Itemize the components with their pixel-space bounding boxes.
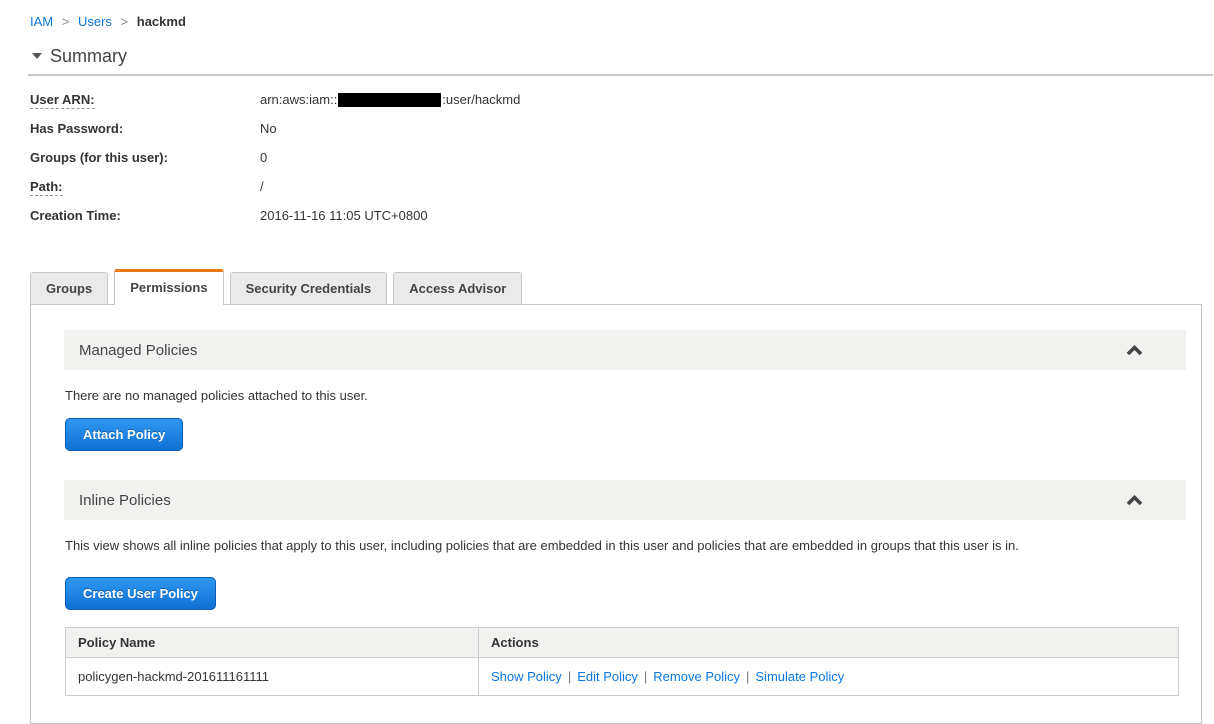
breadcrumb-users-link[interactable]: Users <box>78 14 112 29</box>
managed-policies-section: Managed Policies There are no managed po… <box>64 330 1186 480</box>
create-user-policy-button[interactable]: Create User Policy <box>65 577 216 610</box>
tab-permissions[interactable]: Permissions <box>114 269 224 305</box>
tab-groups[interactable]: Groups <box>30 272 109 304</box>
edit-policy-link[interactable]: Edit Policy <box>577 669 638 684</box>
managed-policies-header[interactable]: Managed Policies <box>64 330 1186 370</box>
table-header-row: Policy Name Actions <box>65 627 1179 658</box>
action-separator: | <box>643 669 648 684</box>
inline-policies-body: This view shows all inline policies that… <box>64 520 1186 696</box>
chevron-up-icon[interactable] <box>1126 494 1143 506</box>
inline-policies-header[interactable]: Inline Policies <box>64 480 1186 520</box>
permissions-tab-panel: Managed Policies There are no managed po… <box>30 304 1202 724</box>
breadcrumb-current-user: hackmd <box>136 14 186 29</box>
inline-policies-title: Inline Policies <box>79 491 171 509</box>
table-row: policygen-hackmd-201611161111 Show Polic… <box>65 657 1179 696</box>
groups-label: Groups (for this user): <box>30 150 168 165</box>
field-row-creation-time: Creation Time: 2016-11-16 11:05 UTC+0800 <box>30 208 1214 223</box>
triangle-down-icon <box>32 53 42 60</box>
inline-policies-description: This view shows all inline policies that… <box>65 538 1019 553</box>
policy-name-column-header: Policy Name <box>65 627 479 658</box>
managed-policies-body: There are no managed policies attached t… <box>64 370 1186 480</box>
field-row-user-arn: User ARN: arn:aws:iam:::user/hackmd <box>30 92 1214 109</box>
policy-name-cell: policygen-hackmd-201611161111 <box>65 657 479 696</box>
managed-policies-empty-message: There are no managed policies attached t… <box>65 388 368 403</box>
path-value: / <box>260 179 264 194</box>
field-row-has-password: Has Password: No <box>30 121 1214 136</box>
summary-divider <box>28 74 1213 76</box>
path-label[interactable]: Path: <box>30 179 260 196</box>
chevron-up-icon[interactable] <box>1126 344 1143 356</box>
breadcrumb: IAM > Users > hackmd <box>30 14 1214 29</box>
has-password-label: Has Password: <box>30 121 124 136</box>
managed-policies-title: Managed Policies <box>79 341 198 359</box>
breadcrumb-separator: > <box>120 14 129 29</box>
inline-policies-section: Inline Policies This view shows all inli… <box>64 480 1186 696</box>
field-row-groups: Groups (for this user): 0 <box>30 150 1214 165</box>
creation-time-value: 2016-11-16 11:05 UTC+0800 <box>260 208 428 223</box>
user-arn-value: arn:aws:iam:::user/hackmd <box>260 92 521 107</box>
has-password-value: No <box>260 121 277 136</box>
summary-title: Summary <box>50 46 128 66</box>
groups-value: 0 <box>260 150 268 165</box>
tab-bar: Groups Permissions Security Credentials … <box>30 269 1214 305</box>
actions-column-header: Actions <box>478 627 1179 658</box>
tab-security-credentials[interactable]: Security Credentials <box>229 272 388 304</box>
breadcrumb-separator: > <box>61 14 70 29</box>
iam-user-detail-page: IAM > Users > hackmd Summary User ARN: a… <box>0 14 1214 724</box>
breadcrumb-iam-link[interactable]: IAM <box>30 14 53 29</box>
creation-time-label: Creation Time: <box>30 208 121 223</box>
action-separator: | <box>746 669 750 684</box>
inline-policies-table: Policy Name Actions policygen-hackmd-201… <box>65 627 1179 696</box>
redacted-account-id <box>338 93 442 107</box>
user-arn-label[interactable]: User ARN: <box>30 92 260 109</box>
simulate-policy-link[interactable]: Simulate Policy <box>755 669 844 684</box>
field-row-path: Path: / <box>30 179 1214 196</box>
tab-access-advisor[interactable]: Access Advisor <box>393 272 523 304</box>
action-separator: | <box>567 669 572 684</box>
attach-policy-button[interactable]: Attach Policy <box>65 418 184 451</box>
remove-policy-link[interactable]: Remove Policy <box>653 669 740 684</box>
summary-fields: User ARN: arn:aws:iam:::user/hackmd Has … <box>30 92 1214 223</box>
show-policy-link[interactable]: Show Policy <box>491 669 562 684</box>
policy-actions-cell: Show Policy | Edit Policy | Remove Policy | Si… <box>478 657 1179 696</box>
summary-collapse-toggle[interactable]: Summary <box>30 46 1214 67</box>
